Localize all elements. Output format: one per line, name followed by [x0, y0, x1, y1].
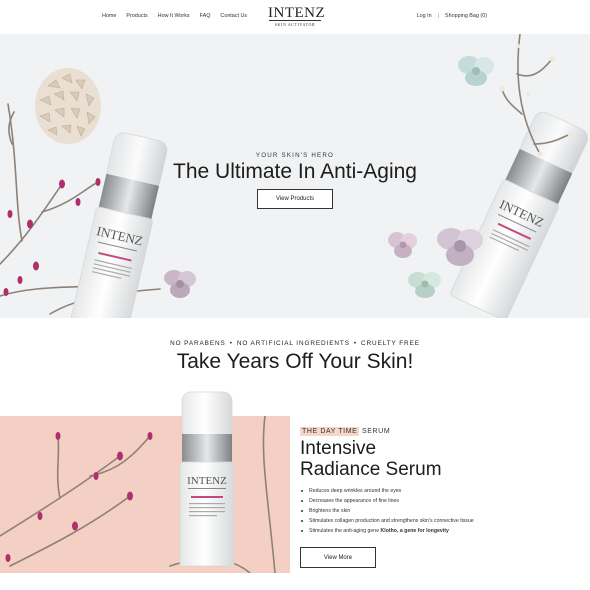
list-item: Stimulates the anti-aging gene Klotho, a… — [300, 526, 580, 536]
product-tag: THE DAY TIME SERUM — [300, 427, 580, 436]
hero-banner: INTENZ INTENZ YOUR SKIN'S HERO The Ultim… — [0, 34, 590, 318]
pine-cone-illustration — [35, 68, 101, 144]
product-tag-highlight: THE DAY TIME — [300, 427, 360, 436]
benefits-strip: NO PARABENS • NO ARTIFICIAL INGREDIENTS • CR… — [0, 340, 590, 347]
nav-contact-us[interactable]: Contact Us — [220, 13, 247, 19]
list-item: Decreases the appearance of fine lines — [300, 496, 580, 506]
bullet-dot: • — [229, 340, 233, 347]
hero-eyebrow: YOUR SKIN'S HERO — [255, 152, 335, 159]
login-link[interactable]: Log In — [417, 13, 432, 19]
flower-illustration-left — [164, 270, 196, 298]
hero-title: The Ultimate In Anti-Aging — [173, 160, 417, 183]
nav-products[interactable]: Products — [126, 13, 147, 19]
view-products-button[interactable]: View Products — [257, 189, 333, 209]
logo-tagline: SKIN ACTIVATOR — [274, 21, 316, 27]
bottle-brand-label-product: INTENZ — [187, 475, 227, 487]
serum-bottle-product: INTENZ — [179, 391, 235, 567]
list-item: Stimulates collagen production and stren… — [300, 516, 580, 526]
section-headline: Take Years Off Your Skin! — [176, 350, 414, 373]
nav-home[interactable]: Home — [102, 13, 116, 19]
list-item-text: Stimulates the anti-aging gene — [309, 528, 381, 534]
main-nav: Home Products How It Works FAQ Contact U… — [102, 13, 247, 19]
nav-faq[interactable]: FAQ — [200, 13, 211, 19]
site-header: Home Products How It Works FAQ Contact U… — [0, 0, 590, 34]
logo-wordmark: INTENZ — [268, 5, 326, 21]
bullet-dot: • — [353, 340, 358, 347]
product-details: THE DAY TIME SERUM Intensive Radiance Se… — [300, 427, 580, 536]
product-title: Intensive Radiance Serum — [300, 438, 442, 480]
nav-how-it-works[interactable]: How It Works — [158, 13, 190, 19]
flower-illustration-top-right — [458, 56, 494, 86]
nav-separator: | — [437, 13, 440, 19]
benefit-no-parabens: NO PARABENS — [170, 340, 226, 347]
account-nav: Log In | Shopping Bag (0) — [417, 13, 487, 19]
product-benefits-list: Reduces deep wrinkles around the eyes De… — [300, 486, 580, 536]
serum-bottle-right: INTENZ — [450, 111, 589, 318]
shopping-bag-link[interactable]: Shopping Bag (0) — [445, 13, 487, 19]
list-item: Reduces deep wrinkles around the eyes — [300, 486, 580, 496]
view-more-button[interactable]: View More — [300, 547, 376, 568]
benefit-no-artificial: NO ARTIFICIAL INGREDIENTS — [236, 340, 350, 347]
product-artwork — [0, 416, 276, 573]
berry-buds-product — [5, 432, 153, 562]
benefit-cruelty-free: CRUELTY FREE — [361, 340, 420, 347]
brand-logo[interactable]: INTENZ SKIN ACTIVATOR — [268, 5, 326, 28]
product-image-panel — [0, 416, 290, 573]
list-item-bold-text: Klotho, a gene for longevity — [380, 528, 449, 534]
product-tag-rest: SERUM — [361, 428, 391, 435]
list-item: Brightens the skin — [300, 506, 580, 516]
